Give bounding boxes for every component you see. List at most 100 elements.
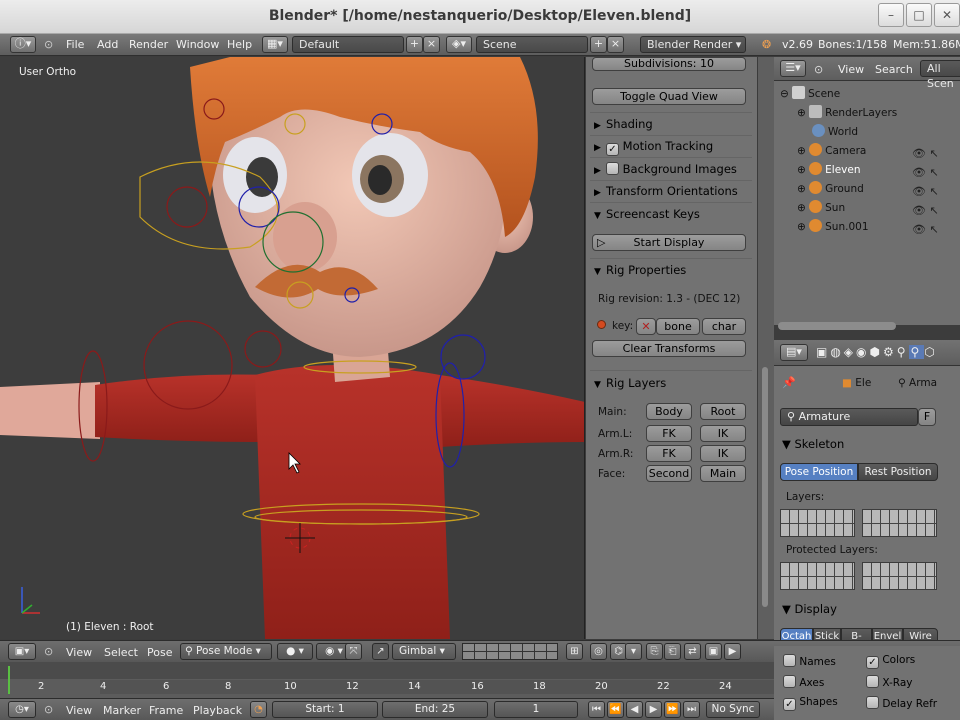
jump-start-icon[interactable]: ⏮ [588, 701, 605, 718]
layer-arm-r-fk-button[interactable]: FK [646, 445, 692, 462]
select-menu[interactable]: Select [104, 646, 138, 659]
render-still-icon[interactable]: ▣ [705, 643, 722, 660]
remove-screen-button[interactable]: × [423, 36, 440, 53]
3d-view-editor-icon[interactable]: ▣▾ [8, 643, 36, 660]
clear-transforms-button[interactable]: Clear Transforms [592, 340, 746, 357]
minimize-button[interactable]: – [878, 3, 904, 27]
outliner-world-row[interactable]: World [812, 124, 858, 138]
layers-grid-left[interactable] [780, 509, 855, 537]
remove-scene-button[interactable]: × [607, 36, 624, 53]
outliner-scrollbar[interactable] [778, 322, 896, 330]
viewport-shading-select[interactable]: ● ▾ [277, 643, 313, 660]
delay-refresh-checkbox-row[interactable]: Delay Refr [866, 696, 937, 710]
current-frame-field[interactable]: 1 [494, 701, 578, 718]
manipulator-toggle-icon[interactable]: ⤧ [345, 643, 362, 660]
interaction-mode-select[interactable]: ⚲ Pose Mode ▾ [180, 643, 272, 660]
paste-flipped-pose-icon[interactable]: ⇄ [684, 643, 701, 660]
menu-render[interactable]: Render [129, 38, 168, 51]
skeleton-panel-header[interactable]: ▼ Skeleton [782, 437, 844, 451]
frame-menu[interactable]: Frame [149, 704, 183, 717]
key-char-button[interactable]: char [702, 318, 746, 335]
rest-position-button[interactable]: Rest Position [858, 463, 938, 481]
lock-layers-icon[interactable]: ⊞ [566, 643, 583, 660]
timeline-editor-icon[interactable]: ◷▾ [8, 701, 36, 718]
layer-root-button[interactable]: Root [700, 403, 746, 420]
scene-layers-grid[interactable] [462, 643, 558, 660]
names-checkbox-row[interactable]: Names [783, 654, 836, 668]
transform-orientation-select[interactable]: Gimbal ▾ [392, 643, 456, 660]
pose-position-button[interactable]: Pose Position [780, 463, 858, 481]
background-images-checkbox[interactable] [606, 162, 619, 175]
proportional-edit-icon[interactable]: ◎ [590, 643, 607, 660]
outliner-renderlayers-row[interactable]: ⊕ RenderLayers [797, 105, 897, 119]
rig-properties-header[interactable]: ▼ Rig Properties [594, 260, 752, 280]
preview-range-icon[interactable]: ◔ [250, 701, 267, 718]
3d-viewport[interactable] [0, 57, 585, 639]
end-frame-field[interactable]: End: 25 [382, 701, 488, 718]
snap-element-icon[interactable]: ▾ [625, 643, 642, 660]
properties-editor-icon[interactable]: ▤▾ [780, 344, 808, 361]
shapes-checkbox[interactable]: ✓ [783, 698, 796, 711]
armature-datablock-field[interactable]: ⚲ Armature [780, 408, 918, 426]
key-clear-icon[interactable]: ✕ [636, 318, 656, 335]
scene-icon[interactable]: ◈▾ [446, 36, 472, 53]
axes-checkbox-row[interactable]: Axes [783, 675, 824, 689]
outliner-sun-row[interactable]: ⊕ Sun [797, 200, 845, 214]
shapes-checkbox-row[interactable]: ✓ Shapes [783, 696, 838, 711]
layer-arm-l-fk-button[interactable]: FK [646, 425, 692, 442]
colors-checkbox-row[interactable]: ✓ Colors [866, 654, 915, 669]
layer-arm-l-ik-button[interactable]: IK [700, 425, 746, 442]
background-images-header[interactable]: ▶ Background Images [594, 159, 752, 179]
screencast-keys-header[interactable]: ▼ Screencast Keys [594, 204, 752, 224]
motion-tracking-header[interactable]: ▶ ✓ Motion Tracking [594, 136, 752, 156]
add-scene-button[interactable]: + [590, 36, 607, 53]
protected-layers-grid-left[interactable] [780, 562, 855, 590]
outliner-search-menu[interactable]: Search [875, 63, 913, 76]
key-bone-button[interactable]: bone [656, 318, 700, 335]
xray-checkbox[interactable] [866, 675, 879, 688]
play-reverse-icon[interactable]: ◀ [626, 701, 643, 718]
outliner-camera-row[interactable]: ⊕ Camera [797, 143, 866, 157]
menu-file[interactable]: File [66, 38, 84, 51]
outliner-editor-icon[interactable]: ☰▾ [780, 60, 806, 77]
axes-checkbox[interactable] [783, 675, 796, 688]
playback-menu[interactable]: Playback [193, 704, 242, 717]
motion-tracking-checkbox[interactable]: ✓ [606, 143, 619, 156]
display-panel-header[interactable]: ▼ Display [782, 602, 837, 616]
colors-checkbox[interactable]: ✓ [866, 656, 879, 669]
marker-menu[interactable]: Marker [103, 704, 141, 717]
transform-manipulator-icon[interactable]: ↗ [372, 643, 389, 660]
shelf-scrollbar[interactable] [758, 57, 774, 639]
toggle-quad-view-button[interactable]: Toggle Quad View [592, 88, 746, 105]
screen-layout-icon[interactable]: ▦▾ [262, 36, 288, 53]
outliner-eleven-row[interactable]: ⊕ Eleven [797, 162, 860, 176]
start-display-button[interactable]: ▷ Start Display [592, 234, 746, 251]
fake-user-button[interactable]: F [918, 408, 936, 426]
timeline-view-menu[interactable]: View [66, 704, 92, 717]
menu-help[interactable]: Help [227, 38, 252, 51]
outliner-view-menu[interactable]: View [838, 63, 864, 76]
prev-keyframe-icon[interactable]: ⏪ [607, 701, 624, 718]
editor-type-info-icon[interactable]: ⓘ▾ [10, 36, 36, 53]
jump-end-icon[interactable]: ⏭ [683, 701, 700, 718]
subdivisions-field[interactable]: Subdivisions: 10 [592, 57, 746, 71]
menu-add[interactable]: Add [97, 38, 118, 51]
outliner-ground-row[interactable]: ⊕ Ground [797, 181, 864, 195]
layers-grid-right[interactable] [862, 509, 937, 537]
add-screen-button[interactable]: + [406, 36, 423, 53]
maximize-button[interactable]: □ [906, 3, 932, 27]
layer-body-button[interactable]: Body [646, 403, 692, 420]
rig-layers-header[interactable]: ▼ Rig Layers [594, 373, 752, 393]
pin-icon[interactable]: 📌 [782, 376, 796, 389]
start-frame-field[interactable]: Start: 1 [272, 701, 378, 718]
menu-window[interactable]: Window [176, 38, 219, 51]
paste-pose-icon[interactable]: ⎗ [664, 643, 681, 660]
collapse-menu-icon[interactable]: ⊙ [814, 63, 823, 76]
collapse-menu-icon[interactable]: ⊙ [44, 645, 53, 658]
outliner-display-mode-select[interactable]: All Scen [920, 60, 960, 90]
xray-checkbox-row[interactable]: X-Ray [866, 675, 913, 689]
outliner-restrict-icons[interactable]: 👁 ↖ 👁 ↖ 👁 ↖ 👁 ↖ 👁 ↖ [912, 144, 939, 239]
layer-face-main-button[interactable]: Main [700, 465, 746, 482]
transform-orientations-header[interactable]: ▶ Transform Orientations [594, 181, 752, 201]
view-menu[interactable]: View [66, 646, 92, 659]
